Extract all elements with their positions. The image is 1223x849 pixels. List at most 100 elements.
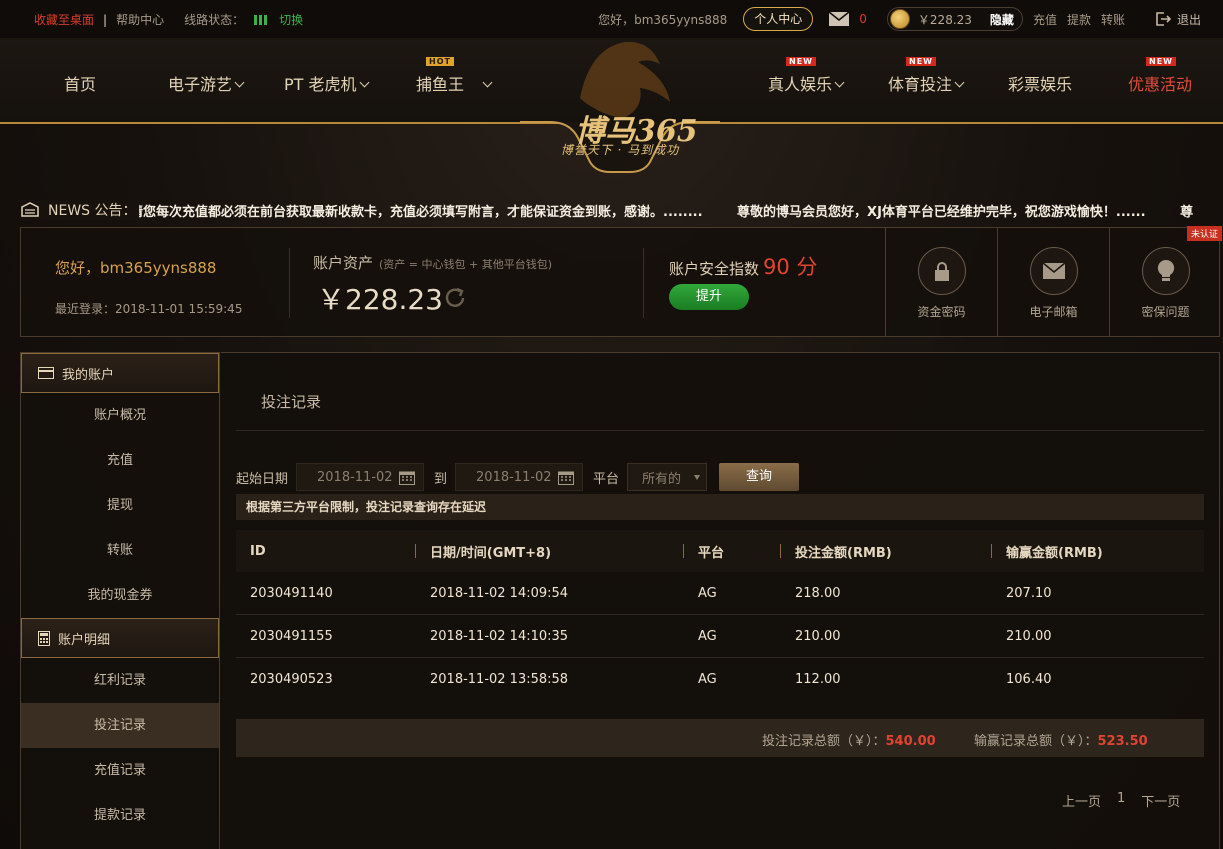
column-divider: [991, 544, 992, 558]
email-label: 电子邮箱: [1029, 305, 1078, 319]
nav-sports[interactable]: NEW 体育投注: [888, 57, 965, 95]
top-bar: 收藏至桌面 | 帮助中心 线路状态： 切换 您好，bm365yyns888 个人…: [0, 0, 1223, 38]
query-button[interactable]: 查询: [719, 463, 800, 491]
prev-page-link[interactable]: 上一页: [1062, 791, 1101, 810]
nav-promotions[interactable]: NEW 优惠活动: [1128, 57, 1193, 95]
asset-value: ￥228.23: [317, 283, 443, 316]
logout-icon: [1156, 12, 1171, 26]
column-divider: [415, 544, 416, 558]
platform-value: 所有的: [642, 471, 682, 487]
cell-win-amount: 210.00: [1006, 629, 1052, 644]
cell-id: 2030491155: [250, 629, 333, 644]
win-total-value: 523.50: [1097, 734, 1148, 749]
news-items[interactable]: 请您每次充值都必须在前台获取最新收款卡，充值必须填写附言，才能保证资金到账，感谢…: [130, 201, 1223, 220]
column-header: 输赢金额(RMB): [1006, 545, 1103, 561]
bet-records-table: ID 日期/时间(GMT+8) 平台 投注金额(RMB) 输赢金额(RMB) 2…: [236, 530, 1204, 701]
megaphone-icon: [21, 202, 39, 217]
wallet-balance: ￥228.23 隐藏: [886, 7, 1023, 31]
sidebar-item-deposit[interactable]: 充值: [21, 438, 219, 483]
hide-balance-button[interactable]: 隐藏: [990, 11, 1014, 28]
divider: [236, 430, 1204, 431]
cell-win-amount: 106.40: [1006, 672, 1052, 687]
nav-fishing[interactable]: HOT 捕鱼王: [416, 57, 493, 95]
new-badge: NEW: [786, 57, 816, 66]
news-label: NEWS 公告：: [48, 203, 137, 219]
nav-promo-label: 优惠活动: [1128, 75, 1193, 94]
table-row: 2030491140 2018-11-02 14:09:54 AG 218.00…: [236, 572, 1204, 615]
hot-badge: HOT: [426, 57, 454, 66]
security-title: 账户安全指数: [669, 260, 760, 278]
divider: [289, 248, 290, 318]
sidebar-item-overview[interactable]: 账户概况: [21, 393, 219, 438]
help-center-link[interactable]: 帮助中心: [116, 11, 164, 28]
sidebar-section-account-details[interactable]: 账户明细: [21, 618, 219, 658]
deposit-link[interactable]: 充值: [1033, 11, 1057, 28]
last-login: 最近登录：2018-11-01 15:59:45: [55, 302, 243, 316]
refresh-icon[interactable]: [443, 286, 467, 310]
end-date-input[interactable]: 2018-11-02: [455, 463, 584, 491]
filter-bar: 起始日期 2018-11-02 到 2018-11-02 平台 所有的 查询: [236, 463, 800, 491]
main-panel: 投注记录 起始日期 2018-11-02 到 2018-11-02 平台 所有的…: [221, 352, 1220, 849]
logout-button[interactable]: 退出: [1155, 11, 1201, 28]
start-date-input[interactable]: 2018-11-02: [296, 463, 425, 491]
email-item[interactable]: 电子邮箱: [997, 227, 1109, 337]
next-page-link[interactable]: 下一页: [1141, 791, 1180, 810]
sidebar-item-withdraw-records[interactable]: 提款记录: [21, 793, 219, 838]
column-divider: [683, 544, 684, 558]
page-title: 投注记录: [261, 393, 322, 411]
sidebar-item-coupons[interactable]: 我的现金券: [21, 573, 219, 618]
nav-live-label: 真人娱乐: [768, 75, 833, 94]
column-header: 投注金额(RMB): [795, 545, 892, 561]
column-header: 平台: [698, 545, 725, 561]
fund-password-item[interactable]: 资金密码: [885, 227, 997, 337]
news-ticker: NEWS 公告： 请您每次充值都必须在前台获取最新收款卡，充值必须填写附言，才能…: [0, 196, 1223, 222]
sidebar-item-deposit-records[interactable]: 充值记录: [21, 748, 219, 793]
nav-live[interactable]: NEW 真人娱乐: [768, 57, 845, 95]
news-label-wrap: NEWS 公告：: [20, 200, 139, 220]
security-score: 90 分: [763, 255, 818, 279]
start-date-label: 起始日期: [236, 471, 289, 487]
table-header: ID 日期/时间(GMT+8) 平台 投注金额(RMB) 输赢金额(RMB): [236, 530, 1204, 572]
win-total-label: 输赢记录总额（￥）：: [974, 734, 1098, 749]
logout-label: 退出: [1176, 12, 1201, 27]
nav-pt-slots[interactable]: PT 老虎机: [284, 71, 369, 95]
bet-total-value: 540.00: [885, 734, 936, 749]
bet-total: 投注记录总额（￥）：540.00: [762, 730, 936, 749]
bet-total-label: 投注记录总额（￥）：: [762, 734, 886, 749]
security-index: 账户安全指数 90 分: [669, 251, 817, 281]
delay-notice: 根据第三方平台限制，投注记录查询存在延迟: [236, 494, 1204, 520]
add-to-desktop-link[interactable]: 收藏至桌面: [34, 11, 94, 28]
sidebar-section-my-account[interactable]: 我的账户: [21, 353, 219, 393]
table-row: 2030491155 2018-11-02 14:10:35 AG 210.00…: [236, 615, 1204, 658]
mail-button[interactable]: 0: [829, 12, 867, 26]
current-page[interactable]: 1: [1117, 791, 1125, 810]
totals-summary: 投注记录总额（￥）：540.00 输赢记录总额（￥）：523.50: [236, 719, 1204, 757]
calendar-icon: [558, 471, 575, 485]
end-date-value: 2018-11-02: [476, 469, 552, 485]
asset-title: 账户资产 (资产 = 中心钱包 + 其他平台钱包): [313, 252, 552, 273]
sidebar-item-bonus-records[interactable]: 红利记录: [21, 658, 219, 703]
cell-bet-amount: 218.00: [795, 586, 841, 601]
column-header: ID: [250, 543, 266, 559]
transfer-link[interactable]: 转账: [1101, 11, 1125, 28]
nav-egames[interactable]: 电子游艺: [168, 71, 245, 95]
switch-line-link[interactable]: 切换: [279, 11, 303, 28]
withdraw-link[interactable]: 提款: [1067, 11, 1091, 28]
security-question-item[interactable]: 密保问题 未认证: [1109, 226, 1222, 337]
lock-icon: [917, 247, 966, 295]
upgrade-security-button[interactable]: 提升: [669, 284, 749, 310]
new-badge: NEW: [906, 57, 936, 66]
lightbulb-icon: [1141, 247, 1190, 295]
chevron-down-icon: [234, 77, 245, 88]
nav-home[interactable]: 首页: [64, 71, 96, 95]
nav-lottery[interactable]: 彩票娱乐: [1008, 71, 1072, 95]
asset-title-text: 账户资产: [313, 254, 374, 272]
sidebar-item-withdraw[interactable]: 提现: [21, 483, 219, 528]
win-total: 输赢记录总额（￥）：523.50: [974, 730, 1148, 749]
user-center-button[interactable]: 个人中心: [743, 7, 814, 31]
chevron-down-icon: [954, 77, 965, 88]
sidebar-item-transfer[interactable]: 转账: [21, 528, 219, 573]
platform-select[interactable]: 所有的: [627, 463, 708, 491]
sidebar-item-bet-records[interactable]: 投注记录: [21, 703, 219, 748]
sidebar-section-label: 我的账户: [62, 367, 115, 383]
